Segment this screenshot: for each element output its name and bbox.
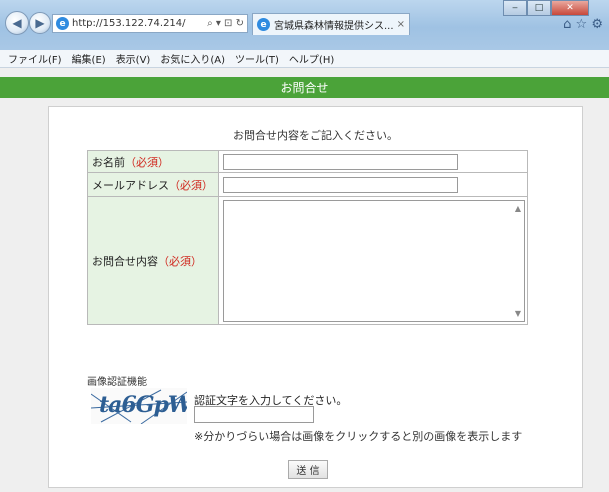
email-row: メールアドレス（必須） [87, 172, 528, 197]
name-input[interactable] [223, 153, 458, 170]
captcha-text: ta6GpW [99, 392, 187, 418]
ie-logo-icon: e [56, 17, 69, 30]
browser-tab[interactable]: e 宮城県森林情報提供シス... × [252, 13, 410, 35]
captcha-note: ※分かりづらい場合は画像をクリックすると別の画像を表示します [194, 430, 523, 443]
required-mark: （必須） [125, 155, 169, 169]
menu-tools[interactable]: ツール(T) [230, 51, 284, 66]
page-content: お問合せ お問合せ内容をご記入ください。 お名前（必須） メールアドレス（必須）… [0, 68, 609, 492]
address-bar[interactable]: e http://153.122.74.214/ ⌕ ▾ ⊡ ↻ [52, 14, 248, 33]
email-input[interactable] [223, 176, 458, 193]
required-mark: （必須） [169, 178, 213, 192]
message-row: お問合せ内容（必須） ▲ ▼ [87, 196, 528, 325]
captcha-input[interactable] [194, 406, 314, 423]
menu-favorites[interactable]: お気に入り(A) [155, 51, 230, 66]
menu-help[interactable]: ヘルプ(H) [284, 51, 339, 66]
tab-close-icon[interactable]: × [397, 19, 409, 30]
forward-button[interactable]: ▶ [29, 12, 51, 34]
toolbar-icons[interactable]: ⌂ ☆ ⚙ [563, 17, 603, 32]
page-title: お問合せ [0, 77, 609, 98]
menu-view[interactable]: 表示(V) [111, 51, 156, 66]
tab-title: 宮城県森林情報提供シス... [274, 21, 393, 32]
menu-edit[interactable]: 編集(E) [67, 51, 111, 66]
name-label: お名前（必須） [87, 150, 219, 173]
forward-arrow-icon: ▶ [35, 16, 45, 30]
captcha-image[interactable]: ta6GpW [91, 388, 187, 424]
minimize-button[interactable]: ‒ [503, 0, 527, 16]
message-textarea[interactable]: ▲ ▼ [223, 199, 525, 322]
back-arrow-icon: ◀ [12, 16, 22, 30]
message-cell: ▲ ▼ [218, 196, 528, 325]
required-mark: （必須） [158, 254, 202, 268]
name-cell [218, 150, 528, 173]
submit-button[interactable]: 送 信 [288, 460, 328, 479]
scroll-down-icon[interactable]: ▼ [515, 309, 521, 318]
address-bar-icons[interactable]: ⌕ ▾ ⊡ ↻ [207, 18, 247, 29]
browser-titlebar: ◀ ▶ e http://153.122.74.214/ ⌕ ▾ ⊡ ↻ e 宮… [0, 0, 609, 50]
back-button[interactable]: ◀ [5, 11, 29, 35]
email-label: メールアドレス（必須） [87, 172, 219, 197]
tab-favicon-icon: e [257, 18, 270, 31]
email-cell [218, 172, 528, 197]
form-intro: お問合せ内容をご記入ください。 [233, 129, 398, 142]
scroll-up-icon[interactable]: ▲ [515, 204, 521, 213]
contact-form-table: お名前（必須） メールアドレス（必須） お問合せ内容（必須） ▲ ▼ [87, 150, 528, 325]
menu-bar: ファイル(F) 編集(E) 表示(V) お気に入り(A) ツール(T) ヘルプ(… [0, 50, 609, 68]
message-label: お問合せ内容（必須） [87, 196, 219, 325]
window-controls: ‒ □ ✕ [503, 0, 589, 16]
address-text[interactable]: http://153.122.74.214/ [72, 18, 204, 29]
contact-form-panel: お問合せ内容をご記入ください。 お名前（必須） メールアドレス（必須） お問合せ… [48, 106, 583, 488]
menu-file[interactable]: ファイル(F) [3, 51, 67, 66]
maximize-button[interactable]: □ [527, 0, 551, 16]
close-window-button[interactable]: ✕ [551, 0, 589, 16]
captcha-heading: 画像認証機能 [87, 377, 147, 388]
name-row: お名前（必須） [87, 150, 528, 173]
